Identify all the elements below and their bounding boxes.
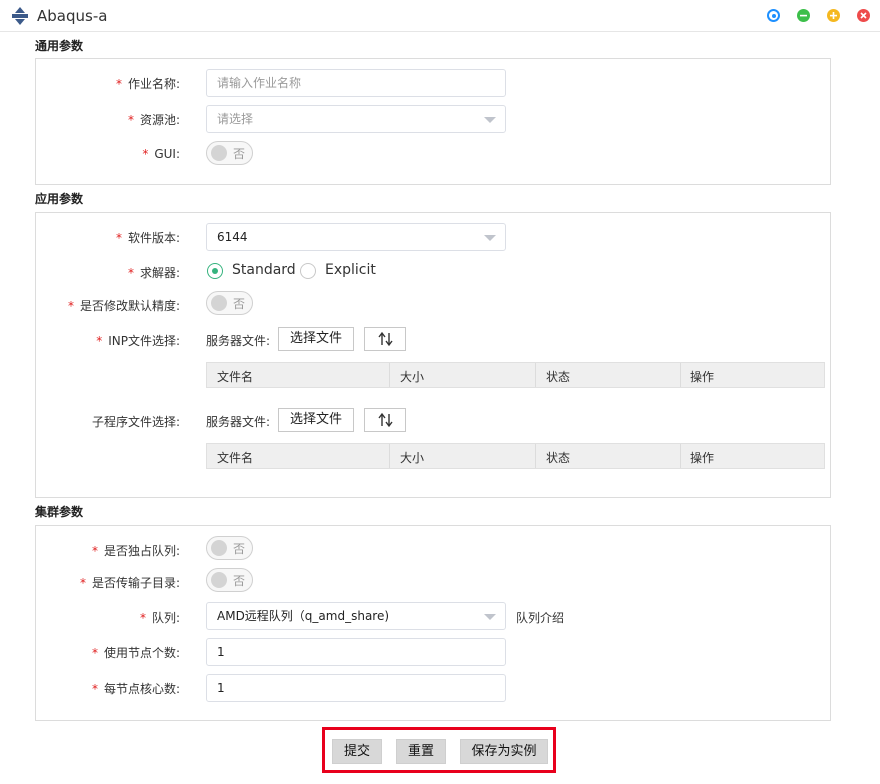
minimize-icon[interactable] xyxy=(797,9,810,22)
solver-option-explicit: Explicit xyxy=(325,262,376,278)
chevron-down-icon xyxy=(484,117,496,123)
software-version-label: * 软件版本: xyxy=(115,231,180,245)
close-icon[interactable] xyxy=(857,9,870,22)
section-title-cluster: 集群参数 xyxy=(35,505,84,519)
chevron-down-icon xyxy=(484,235,496,241)
cores-per-node-label: * 每节点核心数: xyxy=(91,682,180,696)
subroutine-file-label: 子程序文件选择: xyxy=(91,415,180,429)
target-icon[interactable] xyxy=(767,9,780,22)
resource-pool-label: * 资源池: xyxy=(127,113,180,127)
sub-choose-file-button[interactable]: 选择文件 xyxy=(278,408,354,432)
reset-button[interactable]: 重置 xyxy=(396,739,446,764)
save-instance-button[interactable]: 保存为实例 xyxy=(460,739,548,764)
switch-knob xyxy=(211,145,227,161)
solver-radio-standard[interactable] xyxy=(207,263,223,279)
exclusive-queue-switch[interactable]: 否 xyxy=(206,536,253,560)
col-action: 操作 xyxy=(690,451,715,465)
inp-server-file-label: 服务器文件: xyxy=(206,334,271,348)
section-title-general: 通用参数 xyxy=(35,39,84,53)
resource-pool-select[interactable]: 请选择 xyxy=(206,105,506,133)
job-name-label: * 作业名称: xyxy=(115,77,180,91)
col-filename: 文件名 xyxy=(217,451,254,465)
solver-radio-explicit[interactable] xyxy=(300,263,316,279)
submit-button[interactable]: 提交 xyxy=(332,739,382,764)
precision-label: * 是否修改默认精度: xyxy=(67,299,180,313)
chevron-down-icon xyxy=(484,614,496,620)
col-size: 大小 xyxy=(400,370,425,384)
sort-arrows-icon xyxy=(378,331,393,347)
inp-sort-button[interactable] xyxy=(364,327,406,351)
sub-file-table-header: 文件名 大小 状态 操作 xyxy=(206,443,825,469)
section-title-app: 应用参数 xyxy=(35,192,84,206)
solver-option-standard: Standard xyxy=(232,262,296,278)
transfer-subdir-label: * 是否传输子目录: xyxy=(79,576,180,590)
gui-switch[interactable]: 否 xyxy=(206,141,253,165)
inp-file-table-header: 文件名 大小 状态 操作 xyxy=(206,362,825,388)
cores-per-node-input[interactable]: 1 xyxy=(206,674,506,702)
software-version-select[interactable]: 6144 xyxy=(206,223,506,251)
transfer-subdir-switch[interactable]: 否 xyxy=(206,568,253,592)
queue-select[interactable]: AMD远程队列（q_amd_share) xyxy=(206,602,506,630)
col-size: 大小 xyxy=(400,451,425,465)
queue-label: * 队列: xyxy=(139,611,180,625)
col-status: 状态 xyxy=(546,451,571,465)
maximize-icon[interactable] xyxy=(827,9,840,22)
col-action: 操作 xyxy=(690,370,715,384)
abaqus-logo-icon xyxy=(12,7,28,25)
switch-knob xyxy=(211,572,227,588)
queue-intro-link[interactable]: 队列介绍 xyxy=(516,609,564,626)
title-bar: Abaqus-a xyxy=(0,0,880,32)
node-count-label: * 使用节点个数: xyxy=(91,646,180,660)
sub-server-file-label: 服务器文件: xyxy=(206,415,271,429)
switch-knob xyxy=(211,540,227,556)
solver-label: * 求解器: xyxy=(127,266,180,280)
exclusive-queue-label: * 是否独占队列: xyxy=(91,544,180,558)
sort-arrows-icon xyxy=(378,412,393,428)
inp-choose-file-button[interactable]: 选择文件 xyxy=(278,327,354,351)
gui-label: * GUI: xyxy=(142,147,180,161)
col-status: 状态 xyxy=(546,370,571,384)
sub-sort-button[interactable] xyxy=(364,408,406,432)
precision-switch[interactable]: 否 xyxy=(206,291,253,315)
switch-knob xyxy=(211,295,227,311)
window-title: Abaqus-a xyxy=(37,7,108,25)
job-name-input[interactable]: 请输入作业名称 xyxy=(206,69,506,97)
node-count-input[interactable]: 1 xyxy=(206,638,506,666)
inp-file-label: * INP文件选择: xyxy=(96,334,180,348)
col-filename: 文件名 xyxy=(217,370,254,384)
